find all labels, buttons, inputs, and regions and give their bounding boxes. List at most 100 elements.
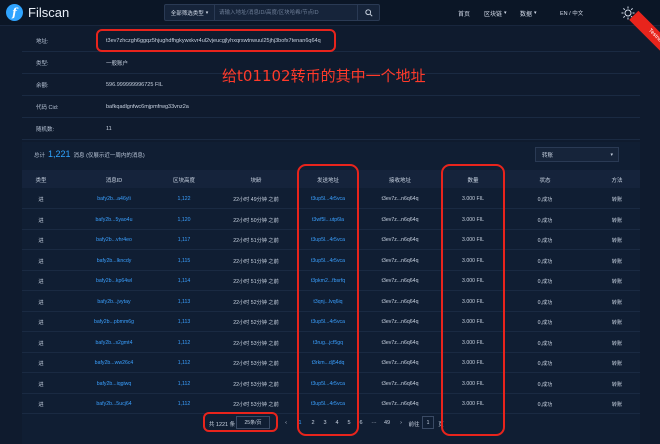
nonce-value: 11 — [106, 125, 112, 132]
cell-message-id[interactable]: bafy2b...kp64wl — [96, 278, 132, 284]
cell-status: 0,成功 — [537, 238, 553, 244]
cell-age: 22小时 49分钟 之前 — [233, 197, 279, 203]
annotation-text: 给t01102转币的其中一个地址 — [222, 67, 426, 85]
cell-method: 转账 — [611, 299, 623, 306]
cell-message-id[interactable]: bafy2b...ww26c4 — [95, 360, 134, 366]
cell-type: 进 — [38, 340, 44, 347]
cell-to: t3ev7z...n6q64q — [381, 360, 419, 366]
cell-height[interactable]: 1,112 — [178, 340, 191, 346]
search-input[interactable] — [215, 5, 357, 20]
cell-height[interactable]: 1,113 — [178, 299, 191, 305]
cell-method: 转账 — [611, 402, 623, 408]
cell-status: 0,成功 — [537, 279, 553, 285]
cell-message-id[interactable]: bafy2b...jvytay — [97, 299, 130, 305]
next-page-button[interactable]: › — [400, 420, 402, 426]
chevron-down-icon: ▾ — [205, 9, 209, 16]
search-icon — [364, 8, 373, 17]
search-bar: 全部筛选类型 ▾ — [164, 4, 380, 21]
cell-to: t3ev7z...n6q64q — [381, 278, 419, 284]
cell-message-id[interactable]: bafy2b...s2gmt4 — [96, 340, 133, 346]
cell-height[interactable]: 1,112 — [178, 360, 191, 366]
cell-to: t3ev7z...n6q64q — [381, 380, 419, 387]
cell-to: t3ev7z...n6q64q — [381, 298, 419, 305]
cell-status: 0,成功 — [537, 299, 553, 306]
logo-text: Filscan — [28, 5, 70, 20]
cell-height[interactable]: 1,115 — [178, 258, 191, 264]
nav-blockchain[interactable]: 区块链 ▾ — [484, 0, 507, 26]
cell-height[interactable]: 1,122 — [178, 196, 191, 202]
cell-method: 转账 — [611, 217, 623, 224]
page-last[interactable]: 49 — [384, 420, 390, 426]
column-header-type: 类型 — [35, 178, 47, 184]
code-cid-value: bafkqadlgnfwc6mjpmfrwg33vnz2a — [106, 103, 189, 110]
cell-height[interactable]: 1,120 — [178, 217, 191, 223]
cell-message-id[interactable]: bafy2b...iqgiwq — [97, 381, 132, 387]
cell-status: 0,成功 — [537, 258, 553, 265]
goto-page-value: 1 — [426, 419, 430, 426]
cell-type: 进 — [38, 361, 44, 367]
info-row-nonce: 随机数: 11 — [22, 118, 640, 140]
cell-height[interactable]: 1,112 — [178, 401, 191, 407]
column-header-height: 区块高度 — [172, 178, 196, 184]
cell-height[interactable]: 1,113 — [178, 319, 191, 325]
cell-type: 进 — [38, 320, 44, 326]
cell-status: 0,成功 — [537, 320, 553, 326]
column-header-to: 接收地址 — [388, 178, 412, 184]
nav-data-label: 数据 — [520, 11, 533, 18]
cell-method: 转账 — [611, 258, 623, 265]
cell-method: 转账 — [611, 197, 623, 203]
cell-message-id[interactable]: bafy2b...pbmm6g — [94, 319, 134, 325]
cell-message-id[interactable]: bafy2b...lkncdy — [97, 258, 132, 264]
cell-type: 进 — [38, 197, 44, 203]
messages-total: 总计 1,221 消息 (仅展示近一周内的消息) — [34, 149, 145, 159]
language-switch-label: EN / 中文 — [560, 11, 584, 17]
top-header: f Filscan 全部筛选类型 ▾ 首页 区块链▾ 数据▾ EN / 中文 — [0, 0, 660, 26]
cell-message-id[interactable]: bafy2b...vhr4eo — [96, 237, 132, 243]
cell-status: 0,成功 — [537, 217, 553, 224]
page-6[interactable]: 6 — [359, 420, 362, 426]
pagination-ellipsis[interactable]: ··· — [371, 420, 377, 426]
search-button[interactable] — [357, 5, 379, 20]
annotation-box-from — [297, 164, 359, 436]
cell-height[interactable]: 1,112 — [178, 381, 191, 387]
cell-type: 进 — [38, 299, 44, 306]
column-header-method: 方法 — [611, 178, 623, 184]
annotation-box-pagination — [203, 412, 278, 432]
cell-message-id[interactable]: bafy2b...5yao4u — [96, 217, 133, 223]
cell-method: 转账 — [611, 381, 623, 388]
cell-age: 22小时 53分钟 之前 — [233, 340, 279, 347]
language-switch[interactable]: EN / 中文 — [560, 0, 583, 26]
cell-height[interactable]: 1,117 — [178, 237, 191, 243]
cell-age: 22小时 53分钟 之前 — [233, 361, 279, 367]
nav-home-label: 首页 — [458, 11, 471, 18]
method-filter-select[interactable]: 转账 ▾ — [535, 147, 619, 162]
logo[interactable]: f Filscan — [6, 4, 69, 21]
cell-message-id[interactable]: bafy2b...a46yli — [97, 196, 130, 202]
goto-page-input[interactable]: 1 — [422, 416, 434, 429]
nav-data[interactable]: 数据 ▾ — [520, 0, 537, 26]
cell-type: 进 — [38, 279, 44, 285]
nav-home[interactable]: 首页 — [458, 0, 470, 26]
info-label: 随机数: — [36, 126, 55, 133]
search-type-select[interactable]: 全部筛选类型 ▾ — [165, 5, 215, 20]
cell-message-id[interactable]: bafy2b...5ucj64 — [96, 401, 131, 407]
cell-age: 22小时 52分钟 之前 — [233, 299, 279, 306]
cell-method: 转账 — [611, 361, 623, 367]
cell-type: 进 — [38, 238, 44, 244]
info-label: 地址: — [36, 38, 49, 45]
cell-to: t3ev7z...n6q64q — [381, 196, 419, 202]
cell-method: 转账 — [611, 238, 623, 244]
balance-value: 596.999999996725 FIL — [106, 81, 163, 88]
cell-age: 22小时 51分钟 之前 — [233, 258, 279, 265]
cell-height[interactable]: 1,114 — [178, 278, 191, 284]
prev-page-button[interactable]: ‹ — [285, 420, 287, 426]
info-row-code-cid: 代码 Cid: bafkqadlgnfwc6mjpmfrwg33vnz2a — [22, 96, 640, 118]
cell-type: 进 — [38, 217, 44, 224]
cell-to: t3ev7z...n6q64q — [381, 319, 419, 325]
info-label: 类型: — [36, 60, 49, 67]
type-value: 一般账户 — [106, 60, 129, 67]
cell-to: t3ev7z...n6q64q — [381, 237, 419, 243]
cell-status: 0,成功 — [537, 381, 553, 388]
cell-method: 转账 — [611, 279, 623, 285]
column-header-id: 消息ID — [105, 178, 123, 184]
